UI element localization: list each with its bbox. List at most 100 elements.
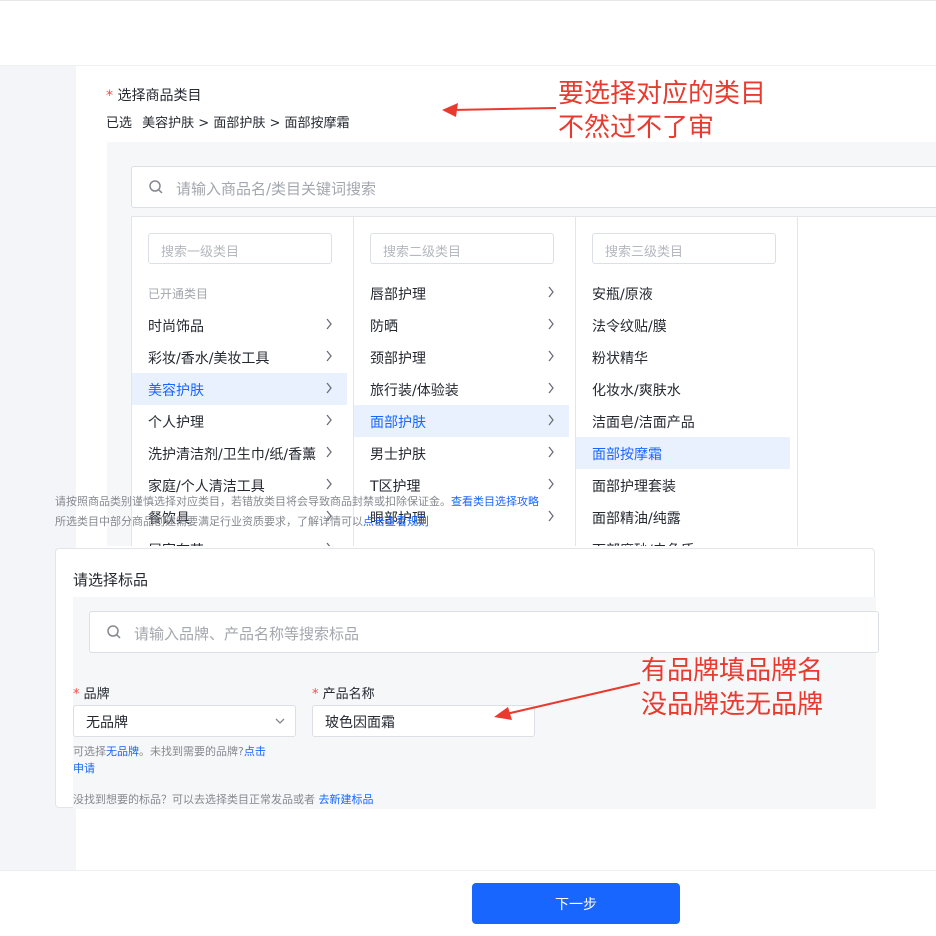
category-item[interactable]: 面部护肤	[354, 405, 569, 437]
level3-filter-input[interactable]: 搜索三级类目	[592, 233, 776, 264]
standard-product-search-placeholder: 请输入品牌、产品名称等搜索标品	[134, 625, 360, 643]
brand-select-value: 无品牌	[86, 715, 128, 731]
footer-bar: 下一步	[0, 870, 936, 936]
chevron-right-icon	[326, 446, 332, 458]
chevron-down-icon	[275, 718, 285, 724]
required-mark: *	[106, 88, 113, 104]
category-item[interactable]: 居家布艺	[132, 533, 347, 546]
annotation-top-line2: 不然过不了审	[558, 113, 715, 143]
category-item-label: 个人护理	[148, 415, 204, 431]
brand-label: * 品牌	[73, 683, 110, 702]
category-item-label: 彩妆/香水/美妆工具	[148, 351, 270, 367]
category-search-input[interactable]: 请输入商品名/类目关键词搜索	[131, 166, 936, 208]
category-item[interactable]: 彩妆/香水/美妆工具	[132, 341, 347, 373]
category-item-label: 面部按摩霜	[592, 447, 662, 463]
note-line-2-text: 所选类目中部分商品创建需要满足行业资质要求，了解详情可以	[55, 515, 363, 528]
brand-hint: 可选择无品牌。未找到需要的品牌?点击 申请	[73, 743, 293, 777]
brand-select[interactable]: 无品牌	[73, 705, 296, 737]
chevron-right-icon	[548, 478, 554, 490]
chevron-right-icon	[326, 542, 331, 546]
category-item[interactable]: 法令纹贴/膜	[576, 309, 790, 341]
annotation-brand: 有品牌填品牌名 没品牌选无品牌	[641, 654, 823, 722]
chevron-right-icon	[326, 414, 332, 426]
category-search-placeholder: 请输入商品名/类目关键词搜索	[176, 180, 377, 198]
category-item[interactable]: 洁面皂/洁面产品	[576, 405, 790, 437]
category-item-label: 面部护肤	[370, 415, 426, 431]
selected-path-text: 美容护肤 > 面部护肤 > 面部按摩霜	[142, 116, 350, 131]
annotation-brand-line1: 有品牌填品牌名	[641, 656, 824, 686]
next-step-button[interactable]: 下一步	[472, 883, 680, 924]
view-rules-link[interactable]: 点击查看规则	[363, 515, 429, 528]
category-item-label: 化妆水/爽肤水	[592, 383, 681, 399]
level2-filter-input[interactable]: 搜索二级类目	[370, 233, 554, 264]
search-icon	[107, 625, 121, 639]
standard-product-search-input[interactable]: 请输入品牌、产品名称等搜索标品	[89, 611, 879, 653]
category-item[interactable]: 面部精油/纯露	[576, 501, 790, 533]
chevron-right-icon	[548, 446, 554, 458]
category-item-label: 法令纹贴/膜	[592, 319, 667, 335]
category-guide-link[interactable]: 查看类目选择攻略	[451, 495, 539, 508]
category-item-label: 洁面皂/洁面产品	[592, 415, 695, 431]
annotation-top: 要选择对应的类目 不然过不了审	[558, 77, 766, 145]
opened-categories-label: 已开通类目	[148, 287, 209, 301]
annotation-top-line1: 要选择对应的类目	[558, 79, 767, 109]
chevron-right-icon	[326, 478, 332, 490]
category-item[interactable]: 个人护理	[132, 405, 347, 437]
search-icon	[149, 180, 163, 194]
category-item-label: 时尚饰品	[148, 319, 204, 335]
annotation-brand-line2: 没品牌选无品牌	[641, 690, 824, 720]
apply-brand-link-part2[interactable]: 申请	[73, 762, 95, 775]
category-item[interactable]: 美容护肤	[132, 373, 347, 405]
category-item[interactable]: 唇部护理	[354, 277, 569, 309]
category-section-title: * 选择商品类目	[106, 85, 201, 105]
product-name-label-text: 产品名称	[322, 687, 375, 702]
note-line-1-text: 请按照商品类别谨慎选择对应类目，若错放类目将会导致商品封禁或扣除保证金。	[55, 495, 451, 508]
category-item[interactable]: 防晒	[354, 309, 569, 341]
note-line-2: 所选类目中部分商品创建需要满足行业资质要求，了解详情可以点击查看规则	[55, 512, 539, 532]
category-item-label: 男士护肤	[370, 447, 426, 463]
category-title-text: 选择商品类目	[117, 88, 202, 104]
required-mark: *	[312, 687, 319, 702]
level3-column: 搜索三级类目 安瓶/原液法令纹贴/膜 粉状精华化妆水/爽肤水 洁面皂/洁面产品 面部按…	[576, 217, 798, 546]
brand-hint-mid: 。未找到需要的品牌?	[139, 745, 244, 758]
category-item[interactable]: 面部护理套装	[576, 469, 790, 501]
product-name-label: * 产品名称	[312, 683, 375, 702]
chevron-right-icon	[326, 318, 332, 330]
category-item-label: 面部护理套装	[592, 479, 676, 495]
chevron-right-icon	[548, 414, 554, 426]
level1-filter-input[interactable]: 搜索一级类目	[148, 233, 332, 264]
selected-category-path: 已选 美容护肤 > 面部护肤 > 面部按摩霜	[106, 112, 349, 131]
category-item-label: 洗护清洁剂/卫生巾/纸/香薰	[148, 447, 317, 463]
category-item[interactable]: 洗护清洁剂/卫生巾/纸/香薰	[132, 437, 347, 469]
no-brand-link[interactable]: 无品牌	[106, 745, 139, 758]
category-panel: 请输入商品名/类目关键词搜索 搜索一级类目 已开通类目 时尚饰品彩妆/香水/美妆…	[107, 142, 936, 546]
required-mark: *	[73, 687, 80, 702]
category-item[interactable]: 粉状精华	[576, 341, 790, 373]
category-item-label: 旅行装/体验装	[370, 383, 459, 399]
chevron-right-icon	[548, 350, 554, 362]
category-item[interactable]: 男士护肤	[354, 437, 569, 469]
apply-brand-link-part1[interactable]: 点击	[244, 745, 266, 758]
category-item-label: 面部精油/纯露	[592, 511, 681, 527]
note-line-1: 请按照商品类别谨慎选择对应类目，若错放类目将会导致商品封禁或扣除保证金。查看类目…	[55, 492, 539, 512]
chevron-right-icon	[548, 318, 554, 330]
chevron-right-icon	[548, 382, 554, 394]
brand-label-text: 品牌	[83, 687, 110, 702]
product-name-input[interactable]: 玻色因面霜	[312, 705, 535, 737]
category-item[interactable]: 面部按摩霜	[576, 437, 790, 469]
create-standard-product-link[interactable]: 去新建标品	[319, 793, 374, 806]
category-item-label: 安瓶/原液	[592, 287, 653, 303]
category-notes: 请按照商品类别谨慎选择对应类目，若错放类目将会导致商品封禁或扣除保证金。查看类目…	[55, 492, 539, 532]
category-item[interactable]: 面部磨砂/去角质	[576, 533, 790, 546]
category-item-label: 粉状精华	[592, 351, 648, 367]
category-item[interactable]: 安瓶/原液	[576, 277, 790, 309]
category-item[interactable]: 化妆水/爽肤水	[576, 373, 790, 405]
category-item-label: 唇部护理	[370, 287, 426, 303]
top-bar	[0, 0, 936, 66]
category-item[interactable]: 颈部护理	[354, 341, 569, 373]
chevron-right-icon	[548, 510, 554, 522]
category-item-label: 颈部护理	[370, 351, 426, 367]
chevron-right-icon	[326, 350, 332, 362]
category-item[interactable]: 时尚饰品	[132, 309, 347, 341]
category-item[interactable]: 旅行装/体验装	[354, 373, 569, 405]
